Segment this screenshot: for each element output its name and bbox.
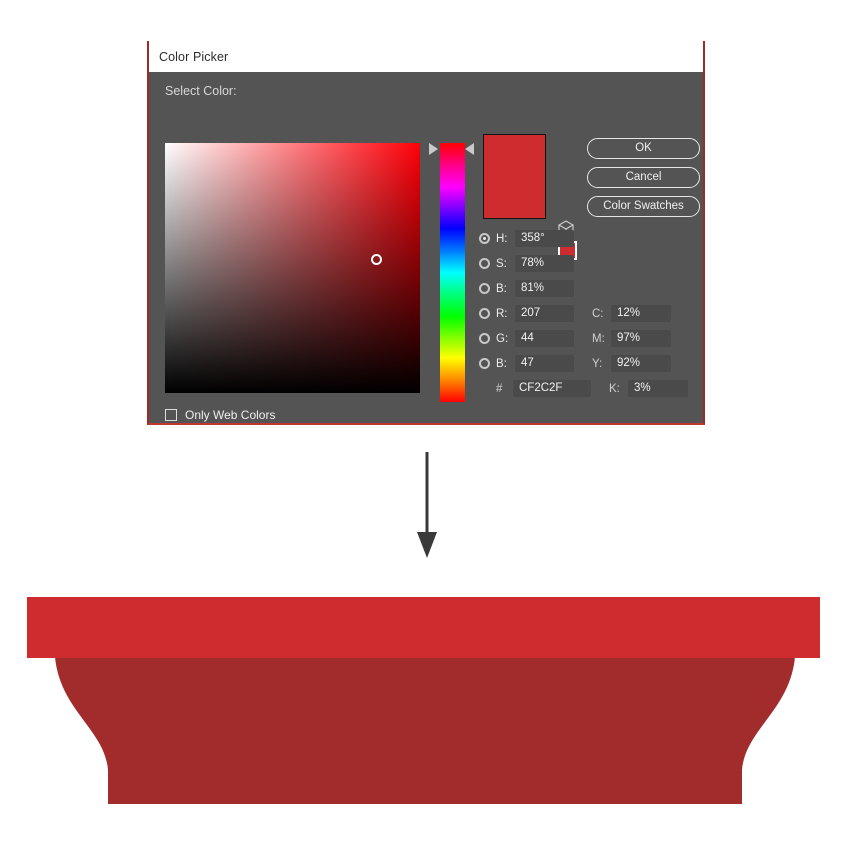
radio-brightness[interactable] (479, 283, 490, 294)
input-key[interactable] (628, 380, 688, 397)
radio-red[interactable] (479, 308, 490, 319)
only-web-colors-checkbox[interactable] (165, 409, 177, 421)
input-hex[interactable] (513, 380, 591, 397)
input-saturation[interactable] (515, 255, 574, 272)
input-brightness[interactable] (515, 280, 574, 297)
only-web-colors-row[interactable]: Only Web Colors (165, 408, 275, 422)
cancel-button[interactable]: Cancel (587, 167, 700, 188)
cmyk-group-cyan: C: (592, 305, 671, 322)
field-row-hue: H: (479, 230, 688, 247)
input-blue[interactable] (515, 355, 574, 372)
field-row-brightness: B: (479, 280, 688, 297)
input-green[interactable] (515, 330, 574, 347)
hue-slider[interactable] (429, 143, 474, 402)
down-arrow-icon (408, 450, 448, 560)
field-row-green: G: M: (479, 330, 688, 347)
input-hue[interactable] (515, 230, 574, 247)
color-preview-swatch (483, 134, 546, 219)
field-row-red: R: C: (479, 305, 688, 322)
label-saturation: S: (496, 257, 507, 270)
dialog-body: Select Color: OK Cancel Color Swatches H… (149, 72, 703, 423)
input-red[interactable] (515, 305, 574, 322)
field-row-saturation: S: (479, 255, 688, 272)
hue-gradient-bar[interactable] (440, 143, 465, 402)
saturation-brightness-field[interactable] (165, 143, 420, 393)
color-value-fields: H: S: B: R: C: (479, 230, 688, 405)
label-green: G: (496, 332, 509, 345)
label-cyan: C: (592, 307, 604, 320)
radio-blue[interactable] (479, 358, 490, 369)
cmyk-group-magenta: M: (592, 330, 671, 347)
radio-green[interactable] (479, 333, 490, 344)
label-red: R: (496, 307, 508, 320)
label-key: K: (609, 382, 620, 395)
cmyk-group-yellow: Y: (592, 355, 671, 372)
hue-marker-right-icon[interactable] (465, 143, 474, 155)
input-cyan[interactable] (611, 305, 671, 322)
dialog-button-column: OK Cancel Color Swatches (587, 138, 700, 225)
color-picker-dialog: Color Picker Select Color: OK Cancel Col… (147, 41, 705, 425)
hue-marker-left-icon[interactable] (429, 143, 438, 155)
input-yellow[interactable] (611, 355, 671, 372)
dialog-title: Color Picker (159, 49, 229, 64)
pedestal-capital-shape (0, 580, 850, 848)
label-hue: H: (496, 232, 508, 245)
color-swatches-button[interactable]: Color Swatches (587, 196, 700, 217)
field-row-blue: B: Y: (479, 355, 688, 372)
label-brightness: B: (496, 282, 507, 295)
field-row-hex: # K: (479, 380, 688, 397)
radio-saturation[interactable] (479, 258, 490, 269)
label-magenta: M: (592, 332, 605, 345)
only-web-colors-label: Only Web Colors (185, 408, 276, 422)
input-magenta[interactable] (611, 330, 671, 347)
select-color-label: Select Color: (165, 84, 237, 98)
radio-hue[interactable] (479, 233, 490, 244)
dialog-titlebar: Color Picker (149, 41, 703, 72)
ok-button[interactable]: OK (587, 138, 700, 159)
color-field-cursor[interactable] (371, 254, 382, 265)
cmyk-group-key: K: (609, 380, 688, 397)
label-blue: B: (496, 357, 507, 370)
label-yellow: Y: (592, 357, 603, 370)
hex-symbol: # (496, 382, 503, 395)
